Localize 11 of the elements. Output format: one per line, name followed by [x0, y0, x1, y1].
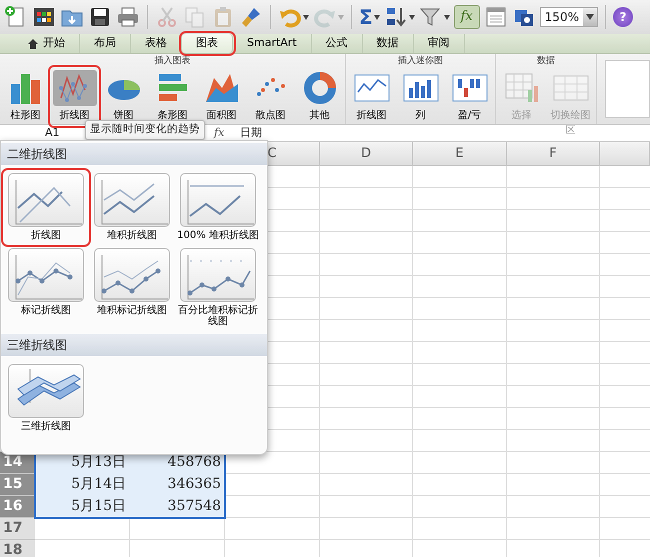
section-header: 三维折线图 [1, 334, 267, 356]
tooltip: 显示随时间变化的趋势 [85, 120, 205, 140]
group-title: 数据 [536, 54, 556, 68]
table-cell: 5月15日 [35, 496, 130, 518]
table-cell: 357548 [130, 496, 225, 518]
fx-label: fx [214, 124, 226, 141]
group-title: 插入迷你图 [397, 54, 444, 68]
group-title: 插入图表 [154, 54, 192, 68]
table-cell: 346365 [130, 474, 225, 496]
table-cell: 5月14日 [35, 474, 130, 496]
section-header: 二维折线图 [1, 143, 267, 165]
